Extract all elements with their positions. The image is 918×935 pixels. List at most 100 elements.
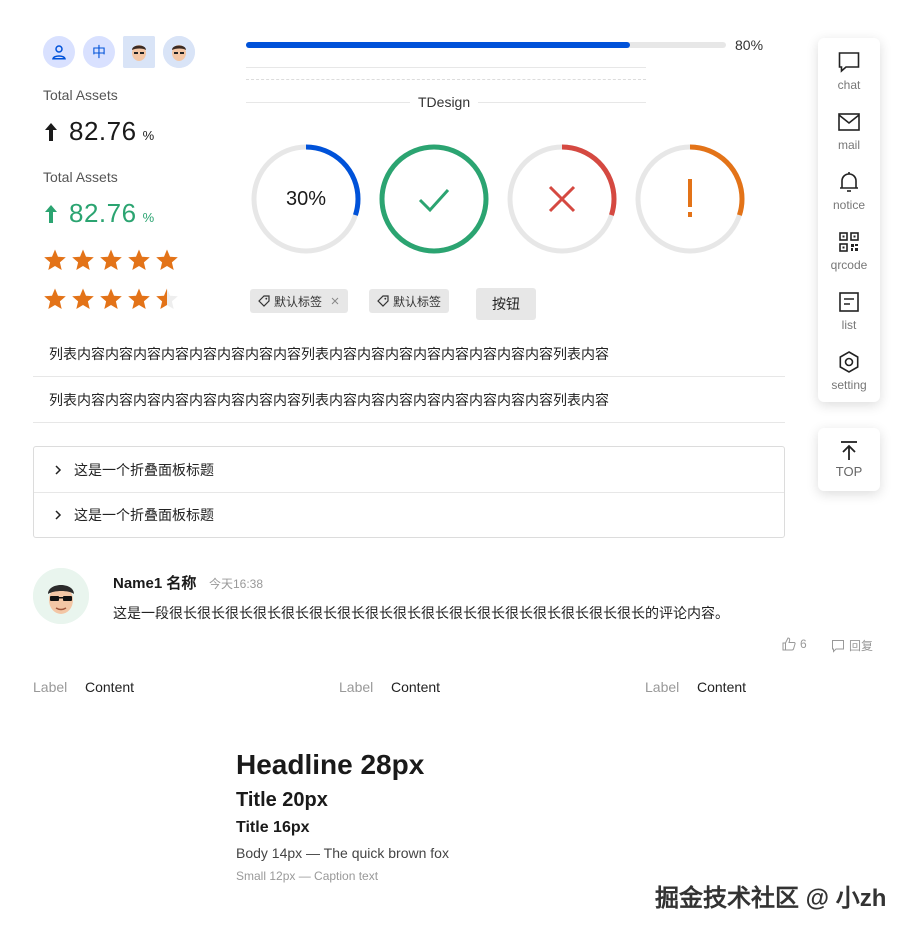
star-half-icon[interactable] [155, 287, 179, 311]
user-icon [52, 45, 66, 60]
avatar-image-round[interactable] [163, 36, 195, 68]
star-full-icon[interactable] [43, 287, 67, 311]
descriptions-label: Label [33, 679, 68, 695]
star-full-icon[interactable] [71, 248, 95, 272]
close-icon[interactable] [326, 296, 340, 306]
statistic-value: 82.76 % [43, 198, 155, 229]
divider-line [246, 67, 646, 68]
star-full-icon[interactable] [71, 287, 95, 311]
like-count: 6 [800, 637, 807, 651]
face-icon [123, 36, 155, 68]
caption-text: Small 12px — Caption text [236, 869, 379, 883]
arrow-up-icon [841, 441, 857, 460]
list-item: 列表内容内容内容内容内容内容内容内容列表内容内容内容内容内容内容内容内容列表内容 [33, 377, 785, 423]
progress-label: 80% [735, 37, 764, 53]
comment-author: Name1 名称 [113, 575, 197, 592]
comment-time: 今天16:38 [209, 577, 264, 591]
check-icon [378, 143, 490, 255]
divider-dashed [246, 79, 646, 80]
qrcode-icon [839, 232, 859, 252]
statistic-unit: % [142, 128, 155, 143]
exclamation-icon [634, 143, 746, 255]
reply-button[interactable]: 回复 [831, 637, 873, 654]
back-top-label: TOP [835, 464, 863, 479]
descriptions-content: Content [697, 679, 747, 695]
star-full-icon[interactable] [43, 248, 67, 272]
sticky-item-qrcode[interactable]: qrcode [818, 230, 880, 272]
statistic-value: 82.76 % [43, 116, 155, 147]
list-icon [839, 292, 859, 312]
sticky-item-label: mail [837, 138, 860, 152]
watermark: 掘金技术社区 @ 小zh [655, 885, 887, 912]
tag-icon [258, 295, 270, 307]
rate[interactable] [43, 248, 179, 272]
circle-progress-label: 30% [285, 187, 327, 210]
chat-icon [838, 52, 860, 73]
star-full-icon[interactable] [99, 248, 123, 272]
progress-bar-fill [246, 42, 630, 48]
tag-label: 默认标签 [393, 294, 442, 309]
sticky-item-label: list [841, 318, 857, 332]
sticky-item-label: notice [832, 198, 866, 212]
sticky-item-notice[interactable]: notice [818, 170, 880, 212]
arrow-up-icon [45, 122, 57, 141]
star-full-icon[interactable] [155, 248, 179, 272]
headline: Headline 28px [236, 749, 425, 780]
tag-icon [377, 295, 389, 307]
star-full-icon[interactable] [127, 287, 151, 311]
body-text: Body 14px — The quick brown fox [236, 845, 449, 861]
setting-icon [839, 351, 859, 373]
default-button[interactable]: 按钮 [476, 288, 536, 320]
descriptions-content: Content [391, 679, 441, 695]
like-button[interactable]: 6 [782, 637, 807, 651]
rate[interactable] [43, 287, 179, 311]
sticky-item-label: chat [837, 78, 861, 92]
sticky-item-mail[interactable]: mail [818, 110, 880, 152]
title-16: Title 16px [236, 819, 310, 836]
close-icon [506, 143, 618, 255]
collapse: 这是一个折叠面板标题 这是一个折叠面板标题 [33, 446, 785, 538]
statistic-label: Total Assets [43, 87, 118, 103]
tag[interactable]: 默认标签 [369, 289, 450, 313]
collapse-panel-header[interactable]: 这是一个折叠面板标题 [34, 492, 784, 537]
tag-closable[interactable]: 默认标签 [250, 289, 349, 313]
avatar-image[interactable] [123, 36, 155, 68]
arrow-up-icon [45, 204, 57, 223]
title-20: Title 20px [236, 789, 328, 811]
avatar-icon[interactable] [43, 36, 75, 68]
comment-avatar [33, 568, 89, 624]
sticky-item-label: setting [831, 378, 867, 392]
face-icon [163, 36, 195, 68]
chat-icon [832, 639, 844, 653]
sticky-item-chat[interactable]: chat [818, 50, 880, 92]
avatar-text[interactable]: 中 [83, 36, 115, 68]
star-full-icon[interactable] [99, 287, 123, 311]
sticky-tool: chat mail notice qrcode list setting [818, 38, 880, 402]
statistic-label: Total Assets [43, 169, 118, 185]
mail-icon [838, 113, 860, 131]
sticky-item-list[interactable]: list [818, 290, 880, 332]
sticky-item-setting[interactable]: setting [818, 350, 880, 392]
statistic-unit: % [142, 210, 155, 225]
back-top-button[interactable]: TOP [818, 428, 880, 491]
collapse-panel-header[interactable]: 这是一个折叠面板标题 [34, 447, 784, 492]
descriptions-label: Label [645, 679, 680, 695]
reply-label: 回复 [849, 639, 874, 653]
statistic-number: 82.76 [69, 116, 137, 146]
descriptions-content: Content [85, 679, 135, 695]
thumb-up-icon [782, 637, 796, 651]
sticky-item-label: qrcode [830, 258, 868, 272]
list-item: 列表内容内容内容内容内容内容内容内容列表内容内容内容内容内容内容内容内容列表内容 [33, 331, 785, 377]
bell-icon [840, 172, 858, 192]
chevron-right-icon [55, 510, 62, 520]
collapse-panel-title: 这是一个折叠面板标题 [74, 461, 214, 478]
tag-label: 默认标签 [274, 294, 323, 309]
avatar-text-label: 中 [92, 44, 106, 60]
divider-text: TDesign [410, 94, 479, 110]
comment-content: 这是一段很长很长很长很长很长很长很长很长很长很长很长很长很长很长很长很长很长的评… [113, 605, 729, 621]
progress-bar [246, 42, 726, 48]
collapse-panel-title: 这是一个折叠面板标题 [74, 507, 214, 523]
chevron-right-icon [55, 464, 62, 475]
star-full-icon[interactable] [127, 248, 151, 272]
statistic-number: 82.76 [69, 198, 137, 228]
